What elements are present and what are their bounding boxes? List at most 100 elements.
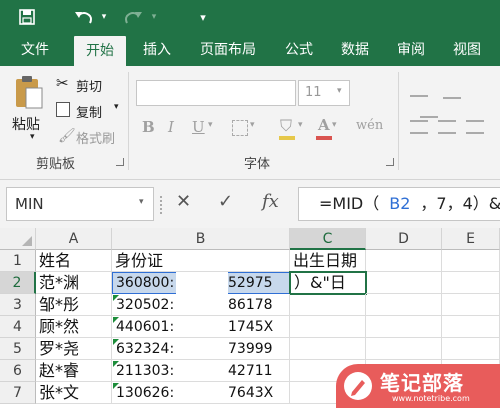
row-header-7[interactable]: 7 bbox=[0, 382, 36, 404]
id-left-part: 130626: bbox=[116, 385, 175, 401]
fill-color-dropdown-icon[interactable]: ▾ bbox=[298, 120, 303, 130]
error-indicator-icon bbox=[113, 295, 119, 301]
cell-a4[interactable]: 顾*然 bbox=[36, 316, 112, 338]
paste-button[interactable]: 粘贴 bbox=[12, 114, 40, 134]
font-color-dropdown-icon[interactable]: ▾ bbox=[332, 120, 337, 130]
row-header-2[interactable]: 2 bbox=[0, 272, 36, 294]
clipboard-group-label: 剪贴板 bbox=[36, 157, 76, 172]
underline-dropdown-icon[interactable]: ▾ bbox=[208, 120, 213, 130]
customize-quick-access-icon[interactable]: ▾ bbox=[196, 6, 210, 28]
cell-a7[interactable]: 张*文 bbox=[36, 382, 112, 404]
cell-a3[interactable]: 邹*彤 bbox=[36, 294, 112, 316]
align-left-icon[interactable] bbox=[410, 120, 428, 134]
watermark-title: 笔记部落 bbox=[380, 371, 464, 395]
tab-insert[interactable]: 插入 bbox=[132, 34, 182, 66]
row-header-1[interactable]: 1 bbox=[0, 250, 36, 272]
cell-b1[interactable]: 身份证 bbox=[112, 250, 290, 272]
borders-icon[interactable] bbox=[232, 120, 248, 136]
cell-c4[interactable] bbox=[290, 316, 366, 338]
active-cell-border bbox=[289, 271, 367, 295]
cell-e2[interactable] bbox=[442, 272, 500, 294]
paste-icon[interactable] bbox=[14, 74, 44, 114]
cell-d3[interactable] bbox=[366, 294, 442, 316]
phonetic-icon[interactable]: wén bbox=[356, 118, 383, 133]
font-size-select[interactable]: 11 ▾ bbox=[298, 80, 350, 106]
cell-e3[interactable] bbox=[442, 294, 500, 316]
cell-a1[interactable]: 姓名 bbox=[36, 250, 112, 272]
row-header-4[interactable]: 4 bbox=[0, 316, 36, 338]
cell-d4[interactable] bbox=[366, 316, 442, 338]
ribbon-tabs: 文件 开始 插入 页面布局 公式 数据 审阅 视图 bbox=[0, 34, 500, 66]
tab-review[interactable]: 审阅 bbox=[388, 34, 434, 66]
cut-button[interactable]: 剪切 bbox=[76, 76, 102, 95]
error-indicator-icon bbox=[113, 317, 119, 323]
copy-dropdown-icon[interactable]: ▾ bbox=[114, 102, 119, 112]
error-indicator-icon bbox=[113, 383, 119, 389]
borders-dropdown-icon[interactable]: ▾ bbox=[250, 120, 255, 130]
formula-bar-grip[interactable] bbox=[160, 196, 162, 214]
formula-input[interactable]: =MID（B2，7，4）&"年"& bbox=[298, 187, 500, 221]
column-header-a[interactable]: A bbox=[36, 228, 112, 250]
column-header-e[interactable]: E bbox=[442, 228, 500, 250]
cell-e4[interactable] bbox=[442, 316, 500, 338]
font-launcher-icon[interactable] bbox=[386, 158, 394, 166]
format-painter-icon[interactable]: 🖌 bbox=[58, 128, 76, 144]
group-divider bbox=[128, 72, 129, 170]
cell-c3[interactable] bbox=[290, 294, 366, 316]
row-header-5[interactable]: 5 bbox=[0, 338, 36, 360]
watermark-url: www.notetribe.com bbox=[392, 394, 470, 403]
select-all-corner[interactable] bbox=[0, 228, 36, 250]
save-icon[interactable] bbox=[16, 6, 38, 28]
tab-page-layout[interactable]: 页面布局 bbox=[192, 34, 264, 66]
redo-icon[interactable] bbox=[122, 6, 144, 28]
tab-home[interactable]: 开始 bbox=[74, 36, 126, 66]
row-header-3[interactable]: 3 bbox=[0, 294, 36, 316]
cell-e5[interactable] bbox=[442, 338, 500, 360]
undo-dropdown-icon[interactable]: ▾ bbox=[98, 6, 110, 28]
copy-button[interactable]: 复制 bbox=[76, 102, 102, 121]
cell-a5[interactable]: 罗*尧 bbox=[36, 338, 112, 360]
cell-e1[interactable] bbox=[442, 250, 500, 272]
tab-view[interactable]: 视图 bbox=[444, 34, 490, 66]
font-name-input[interactable] bbox=[136, 80, 296, 106]
tab-file[interactable]: 文件 bbox=[10, 34, 60, 66]
align-right-icon[interactable] bbox=[466, 120, 484, 134]
cell-a6[interactable]: 赵*睿 bbox=[36, 360, 112, 382]
cell-d2[interactable] bbox=[366, 272, 442, 294]
formula-text: =MID（B2，7，4）&"年"& bbox=[319, 194, 500, 213]
cut-icon[interactable]: ✂ bbox=[56, 74, 69, 92]
cell-c1[interactable]: 出生日期 bbox=[290, 250, 366, 272]
format-painter-button[interactable]: 格式刷 bbox=[76, 128, 115, 147]
align-center-icon[interactable] bbox=[438, 120, 456, 134]
tab-formulas[interactable]: 公式 bbox=[276, 34, 322, 66]
name-box[interactable]: MIN ▾ bbox=[6, 187, 154, 221]
column-header-c[interactable]: C bbox=[290, 228, 366, 250]
cell-a2[interactable]: 范*渊 bbox=[36, 272, 112, 294]
column-header-b[interactable]: B bbox=[112, 228, 290, 250]
column-header-d[interactable]: D bbox=[366, 228, 442, 250]
font-group-label: 字体 bbox=[244, 157, 271, 172]
tab-data[interactable]: 数据 bbox=[332, 34, 378, 66]
clipboard-launcher-icon[interactable] bbox=[116, 158, 124, 166]
insert-function-icon[interactable]: fx bbox=[262, 191, 279, 212]
paste-dropdown-icon[interactable]: ▾ bbox=[30, 132, 35, 142]
id-left-part: 211303: bbox=[116, 363, 175, 379]
enter-icon[interactable]: ✓ bbox=[218, 191, 233, 212]
cell-c5[interactable] bbox=[290, 338, 366, 360]
row-header-6[interactable]: 6 bbox=[0, 360, 36, 382]
undo-icon[interactable] bbox=[72, 6, 96, 28]
italic-icon[interactable]: I bbox=[168, 118, 174, 136]
copy-icon[interactable] bbox=[56, 102, 70, 117]
font-color-swatch bbox=[316, 136, 332, 140]
font-color-icon[interactable]: A bbox=[318, 116, 330, 134]
cell-d5[interactable] bbox=[366, 338, 442, 360]
chevron-down-icon: ▾ bbox=[337, 86, 342, 96]
bold-icon[interactable]: B bbox=[142, 118, 155, 136]
fill-color-icon[interactable]: ⛉ bbox=[280, 116, 292, 136]
cell-d1[interactable] bbox=[366, 250, 442, 272]
redo-dropdown-icon[interactable]: ▾ bbox=[148, 6, 160, 28]
cancel-icon[interactable]: ✕ bbox=[176, 191, 191, 212]
error-indicator-icon bbox=[113, 361, 119, 367]
underline-icon[interactable]: U bbox=[192, 118, 205, 136]
alignment-top-icons[interactable] bbox=[410, 84, 490, 122]
